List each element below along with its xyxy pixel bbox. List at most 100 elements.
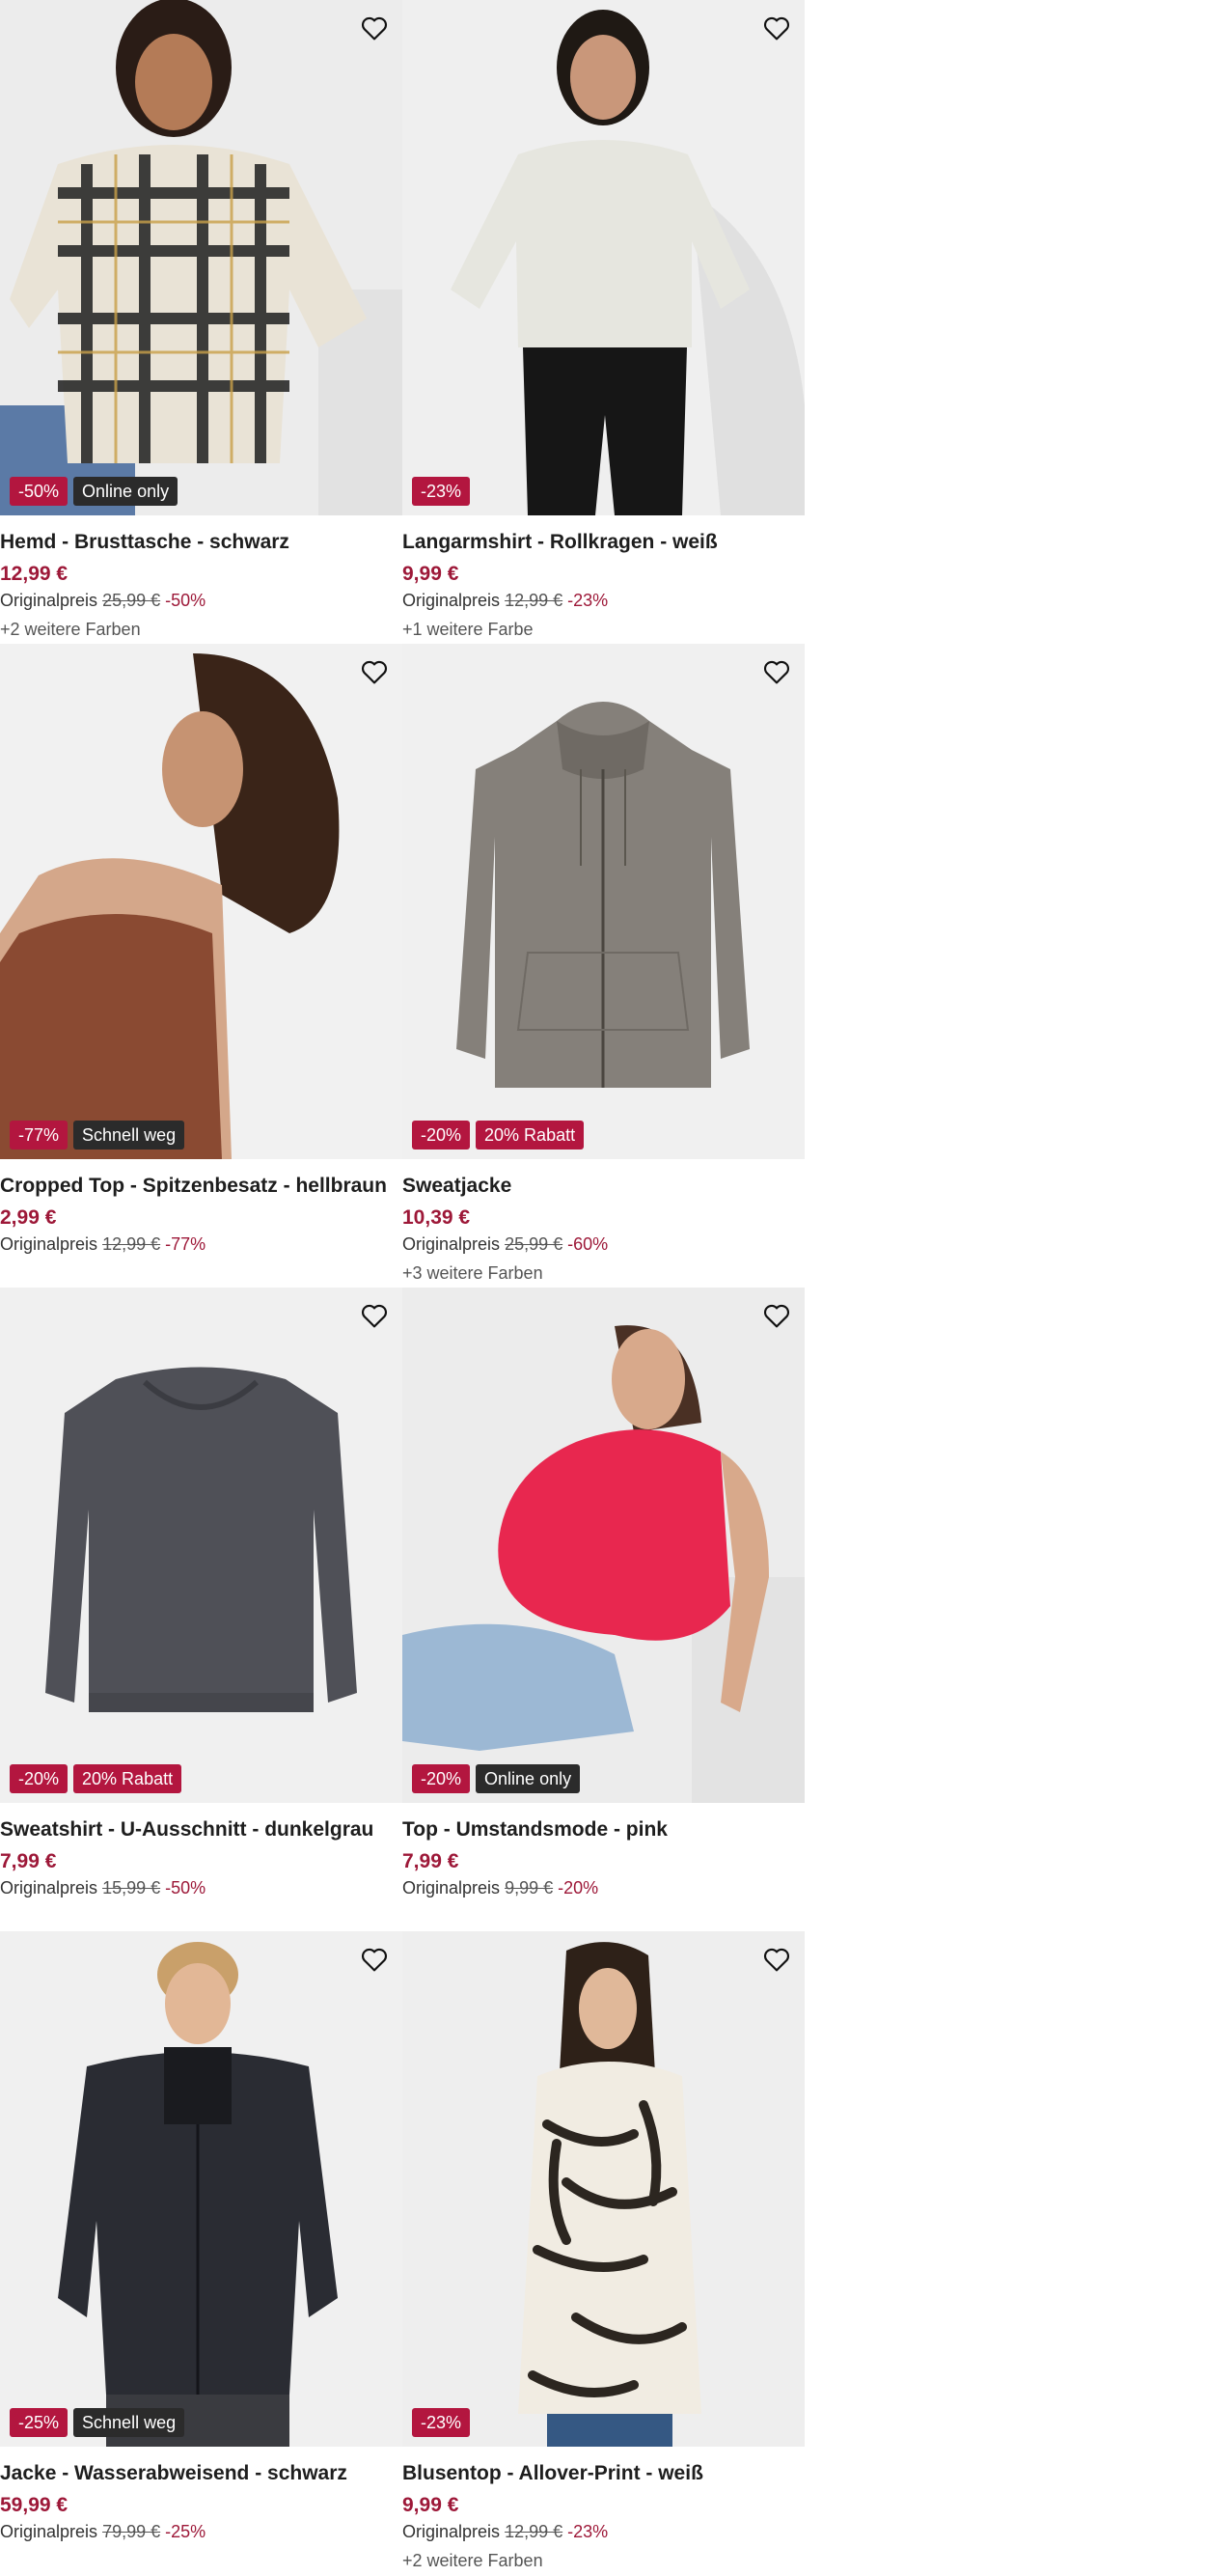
product-info: Blusentop - Allover-Print - weiß 9,99 € … [402,2460,805,2572]
product-card[interactable]: -25% Schnell weg Jacke - Wasserabweisend… [0,1931,402,2575]
more-colors[interactable]: +2 weitere Farben [402,2549,805,2572]
product-price: 7,99 € [402,1850,459,1872]
original-price-label: Originalpreis [402,2522,501,2541]
more-colors[interactable]: +2 weitere Farben [0,618,402,641]
product-title[interactable]: Jacke - Wasserabweisend - schwarz [0,2460,402,2487]
discount-badge: -77% [10,1121,69,1150]
discount-percent: -23% [567,591,609,610]
discount-percent: -23% [567,2522,609,2541]
discount-badge: -20% [10,1764,69,1793]
badge-row: -77% Schnell weg [10,1121,185,1150]
original-price: 9,99 € [505,1878,554,1897]
badge-row: -50% Online only [10,477,178,506]
product-card[interactable]: -23% Langarmshirt - Rollkragen - weiß 9,… [402,0,805,644]
product-image[interactable]: -77% Schnell weg [0,644,402,1159]
product-card[interactable]: -50% Online only Hemd - Brusttasche - sc… [0,0,402,644]
discount-badge: -25% [10,2408,69,2437]
product-title[interactable]: Blusentop - Allover-Print - weiß [402,2460,805,2487]
original-price-line: Originalpreis 12,99 € -23% [402,589,805,612]
original-price: 12,99 € [505,591,563,610]
badge-row: -20% 20% Rabatt [10,1764,182,1793]
online-only-badge: Online only [476,1764,581,1793]
product-grid: -50% Online only Hemd - Brusttasche - sc… [0,0,805,2575]
discount-percent: -50% [165,1878,206,1897]
product-price: 7,99 € [0,1850,57,1872]
discount-badge: -20% [412,1764,471,1793]
product-price: 9,99 € [402,563,459,585]
pregnant-woman-pink-top-image [402,1288,805,1803]
discount-badge: -20% [412,1121,471,1150]
product-card[interactable]: -77% Schnell weg Cropped Top - Spitzenbe… [0,644,402,1288]
olive-hoodie-image [402,644,805,1159]
product-info: Top - Umstandsmode - pink 7,99 € Origina… [402,1816,805,1899]
original-price: 79,99 € [102,2522,161,2541]
product-card[interactable]: -20% 20% Rabatt Sweatshirt - U-Ausschnit… [0,1288,402,1931]
badge-row: -20% Online only [412,1764,581,1793]
product-image[interactable]: -20% 20% Rabatt [0,1288,402,1803]
discount-percent: -77% [165,1234,206,1254]
product-info: Sweatjacke 10,39 € Originalpreis 25,99 €… [402,1173,805,1285]
product-title[interactable]: Sweatjacke [402,1173,805,1200]
product-title[interactable]: Top - Umstandsmode - pink [402,1816,805,1843]
original-price-label: Originalpreis [402,1234,501,1254]
original-price-line: Originalpreis 12,99 € -77% [0,1233,402,1256]
original-price-line: Originalpreis 25,99 € -60% [402,1233,805,1256]
man-black-jacket-image [0,1931,402,2447]
schnell-weg-badge: Schnell weg [73,2408,185,2437]
product-info: Cropped Top - Spitzenbesatz - hellbraun … [0,1173,402,1256]
product-title[interactable]: Sweatshirt - U-Ausschnitt - dunkelgrau [0,1816,402,1843]
woman-brown-top-image [0,644,402,1159]
product-price: 10,39 € [402,1206,471,1229]
original-price-label: Originalpreis [0,2522,98,2541]
online-only-badge: Online only [73,477,178,506]
heart-icon[interactable] [760,1943,793,1976]
woman-leaf-print-top-image [402,1931,805,2447]
woman-white-turtleneck-image [402,0,805,515]
product-info: Hemd - Brusttasche - schwarz 12,99 € Ori… [0,529,402,641]
discount-badge: -23% [412,2408,471,2437]
heart-icon[interactable] [358,655,391,688]
discount-percent: -20% [558,1878,599,1897]
more-colors[interactable]: +3 weitere Farben [402,1261,805,1285]
original-price-line: Originalpreis 12,99 € -23% [402,2520,805,2543]
more-colors[interactable]: +1 weitere Farbe [402,618,805,641]
original-price: 25,99 € [505,1234,563,1254]
product-image[interactable]: -23% [402,1931,805,2447]
original-price-line: Originalpreis 79,99 € -25% [0,2520,402,2543]
product-info: Jacke - Wasserabweisend - schwarz 59,99 … [0,2460,402,2543]
original-price-label: Originalpreis [402,1878,501,1897]
heart-icon[interactable] [358,12,391,44]
heart-icon[interactable] [760,1299,793,1332]
product-price: 59,99 € [0,2494,69,2516]
heart-icon[interactable] [760,655,793,688]
product-card[interactable]: -23% Blusentop - Allover-Print - weiß 9,… [402,1931,805,2575]
original-price-label: Originalpreis [0,1878,98,1897]
original-price: 12,99 € [505,2522,563,2541]
discount-badge: -23% [412,477,471,506]
heart-icon[interactable] [358,1943,391,1976]
original-price-label: Originalpreis [0,1234,98,1254]
product-title[interactable]: Hemd - Brusttasche - schwarz [0,529,402,556]
promo-badge: 20% Rabatt [73,1764,182,1793]
original-price-label: Originalpreis [0,591,98,610]
product-price: 2,99 € [0,1206,57,1229]
product-image[interactable]: -20% 20% Rabatt [402,644,805,1159]
discount-percent: -60% [567,1234,609,1254]
original-price: 25,99 € [102,591,161,610]
product-image[interactable]: -20% Online only [402,1288,805,1803]
discount-percent: -50% [165,591,206,610]
product-card[interactable]: -20% Online only Top - Umstandsmode - pi… [402,1288,805,1931]
badge-row: -20% 20% Rabatt [412,1121,585,1150]
heart-icon[interactable] [358,1299,391,1332]
product-info: Sweatshirt - U-Ausschnitt - dunkelgrau 7… [0,1816,402,1899]
heart-icon[interactable] [760,12,793,44]
product-card[interactable]: -20% 20% Rabatt Sweatjacke 10,39 € Origi… [402,644,805,1288]
promo-badge: 20% Rabatt [476,1121,585,1150]
product-image[interactable]: -50% Online only [0,0,402,515]
product-title[interactable]: Langarmshirt - Rollkragen - weiß [402,529,805,556]
product-title[interactable]: Cropped Top - Spitzenbesatz - hellbraun [0,1173,402,1200]
original-price-line: Originalpreis 15,99 € -50% [0,1876,402,1899]
product-price: 9,99 € [402,2494,459,2516]
product-image[interactable]: -23% [402,0,805,515]
product-image[interactable]: -25% Schnell weg [0,1931,402,2447]
